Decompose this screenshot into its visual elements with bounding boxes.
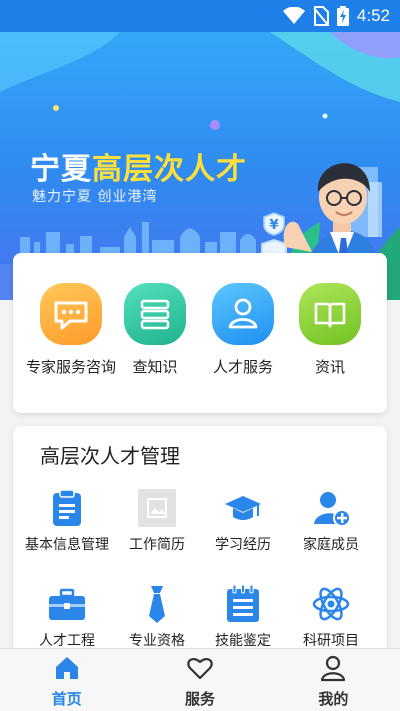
stack-icon (124, 283, 186, 345)
banner-title-part1: 宁夏 (30, 152, 92, 187)
grid-item-work-resume[interactable]: 工作简历 (111, 488, 203, 555)
svg-text:¥: ¥ (269, 218, 278, 233)
home-icon (55, 657, 78, 679)
grid-item-family[interactable]: 家庭成员 (285, 488, 377, 555)
quick-services-card: 专家服务咨询 查知识 人才服务 资讯 (13, 253, 387, 413)
add-user-icon (311, 488, 351, 528)
service-label: 查知识 (132, 358, 178, 376)
heart-icon (187, 658, 213, 680)
section-title: 高层次人才管理 (40, 444, 180, 468)
service-label: 专家服务咨询 (26, 358, 117, 376)
service-item-talent[interactable]: 人才服务 (198, 283, 288, 377)
notepad-icon (223, 584, 263, 624)
book-icon (299, 283, 361, 345)
wifi-icon (282, 7, 305, 24)
grid-item-qualification[interactable]: 专业资格 (111, 584, 203, 651)
bottom-nav-bar: 首页 服务 我的 (0, 648, 400, 711)
grid-item-talent-project[interactable]: 人才工程 (21, 584, 113, 651)
tab-mine[interactable]: 我的 (267, 649, 400, 711)
service-item-expert-consult[interactable]: 专家服务咨询 (26, 283, 116, 377)
grid-label: 家庭成员 (303, 537, 359, 553)
user-icon (321, 655, 346, 682)
chat-icon (40, 283, 102, 345)
status-time: 4:52 (356, 6, 390, 25)
service-label: 人才服务 (212, 358, 273, 376)
tab-label: 服务 (184, 690, 215, 708)
yen-coin-icon: ¥ (263, 212, 285, 236)
tab-label: 首页 (51, 690, 82, 708)
app-screen: 4:52 ¥ 宁夏高层次人才 魅力宁夏 创业港湾 专家服务咨询 查知识 人才服务… (0, 0, 400, 711)
status-bar: 4:52 (0, 0, 400, 32)
banner-subtitle: 魅力宁夏 创业港湾 (32, 189, 158, 205)
clipboard-icon (47, 488, 87, 528)
person-icon (212, 283, 274, 345)
no-sim-icon (313, 6, 329, 26)
service-label: 资讯 (314, 358, 345, 376)
grid-label: 基本信息管理 (25, 537, 109, 553)
briefcase-icon (47, 584, 87, 624)
tie-icon (137, 584, 177, 624)
grid-item-skill-appraisal[interactable]: 技能鉴定 (197, 584, 289, 651)
grid-label: 学习经历 (215, 537, 271, 553)
tab-home[interactable]: 首页 (0, 649, 133, 711)
atom-icon (311, 584, 351, 624)
tab-service[interactable]: 服务 (133, 649, 266, 711)
tab-label: 我的 (318, 690, 349, 708)
grid-item-basic-info[interactable]: 基本信息管理 (21, 488, 113, 555)
battery-charging-icon (336, 6, 349, 26)
banner-title-part2: 高层次人才 (92, 152, 247, 187)
service-item-knowledge[interactable]: 查知识 (110, 283, 200, 377)
graduation-cap-icon (223, 488, 263, 528)
service-item-news[interactable]: 资讯 (285, 283, 375, 377)
grid-label: 工作简历 (129, 537, 185, 553)
banner-title: 宁夏高层次人才 (30, 144, 247, 188)
grid-item-research[interactable]: 科研项目 (285, 584, 377, 651)
grid-item-education[interactable]: 学习经历 (197, 488, 289, 555)
image-placeholder-icon (137, 488, 177, 528)
talent-management-card: 高层次人才管理 基本信息管理 工作简历 学习经历 家庭成员 人才工程 专业资格 … (13, 426, 387, 666)
